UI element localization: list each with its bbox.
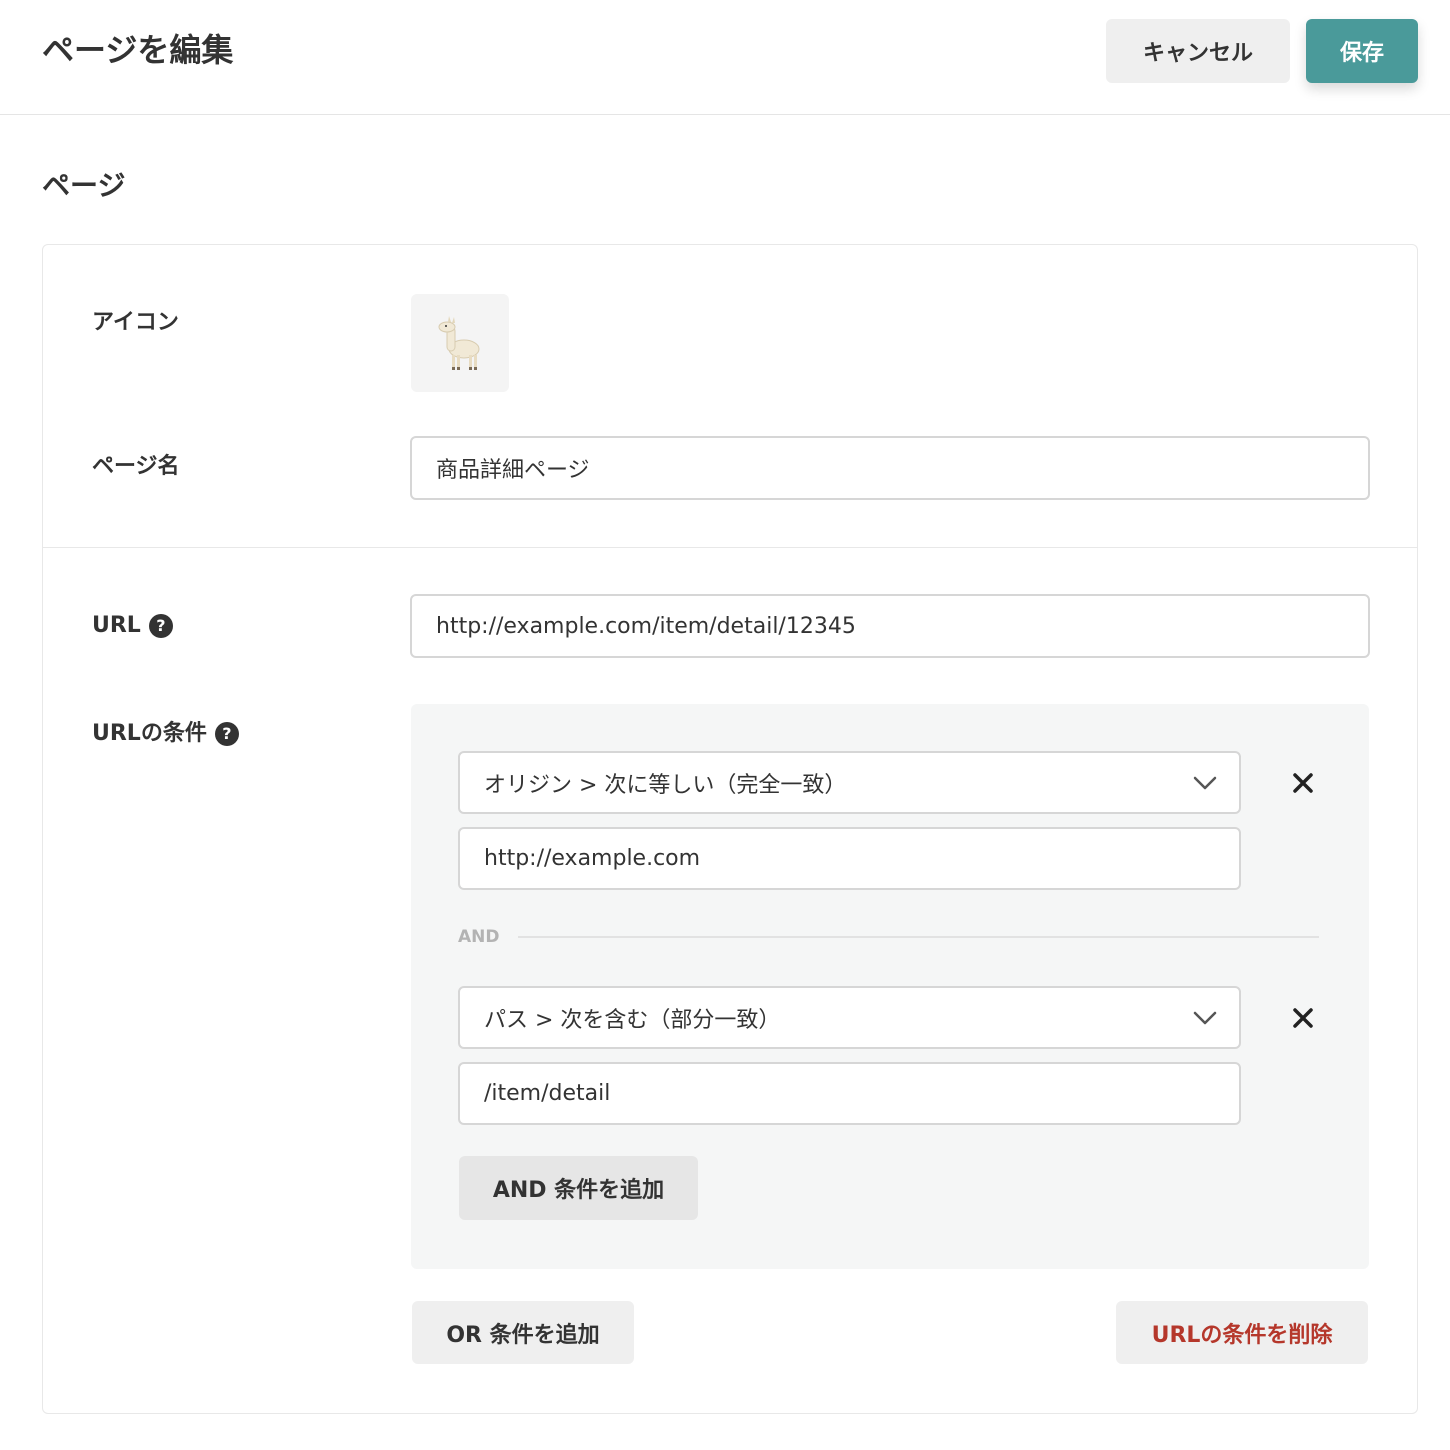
condition-value-input[interactable]: http://example.com	[458, 827, 1241, 890]
url-input[interactable]: http://example.com/item/detail/12345	[410, 594, 1370, 658]
save-button[interactable]: 保存	[1306, 19, 1418, 83]
card-divider	[43, 547, 1417, 548]
url-conditions-label-text: URLの条件	[92, 721, 207, 746]
page-name-label-text: ページ名	[92, 454, 180, 479]
and-separator: AND	[458, 925, 1319, 949]
chevron-down-icon	[1193, 1011, 1217, 1024]
icon-label-text: アイコン	[92, 310, 179, 335]
page-name-input[interactable]: 商品詳細ページ	[410, 436, 1370, 500]
condition-type-select[interactable]: オリジン > 次に等しい（完全一致）	[458, 751, 1241, 814]
url-conditions-panel: オリジン > 次に等しい（完全一致） http://example.com AN…	[411, 704, 1369, 1269]
icon-picker-button[interactable]	[411, 294, 509, 392]
url-label-text: URL	[92, 613, 141, 638]
and-separator-line	[517, 936, 1319, 938]
remove-condition-icon[interactable]	[1292, 772, 1314, 794]
delete-url-conditions-button[interactable]: URLの条件を削除	[1116, 1301, 1368, 1364]
url-conditions-label: URLの条件 ?	[92, 720, 239, 748]
help-icon[interactable]: ?	[214, 722, 239, 746]
chevron-down-icon	[1193, 776, 1217, 789]
add-or-condition-button[interactable]: OR 条件を追加	[412, 1301, 634, 1364]
condition-type-select[interactable]: パス > 次を含む（部分一致）	[458, 986, 1241, 1049]
page-name-value: 商品詳細ページ	[436, 458, 590, 483]
page-name-label: ページ名	[92, 453, 180, 481]
page-header: ページを編集 キャンセル 保存	[0, 0, 1450, 115]
condition-value-input[interactable]: /item/detail	[458, 1062, 1241, 1125]
url-label: URL ?	[92, 612, 173, 640]
remove-condition-icon[interactable]	[1292, 1007, 1314, 1029]
section-title: ページ	[42, 169, 126, 202]
llama-icon	[438, 316, 480, 370]
condition-value: http://example.com	[484, 846, 701, 871]
page-title: ページを編集	[42, 31, 234, 69]
url-value: http://example.com/item/detail/12345	[436, 613, 856, 639]
page-settings-card: アイコン ページ名 商品詳細ページ URL ? http://example.c…	[42, 244, 1418, 1414]
help-icon[interactable]: ?	[148, 614, 173, 638]
condition-value: /item/detail	[484, 1081, 611, 1106]
icon-label: アイコン	[92, 309, 179, 337]
cancel-button[interactable]: キャンセル	[1106, 19, 1290, 83]
add-and-condition-button[interactable]: AND 条件を追加	[459, 1156, 698, 1220]
condition-type-value: パス > 次を含む（部分一致）	[484, 1007, 781, 1033]
condition-type-value: オリジン > 次に等しい（完全一致）	[484, 772, 847, 798]
and-separator-label: AND	[458, 927, 500, 947]
